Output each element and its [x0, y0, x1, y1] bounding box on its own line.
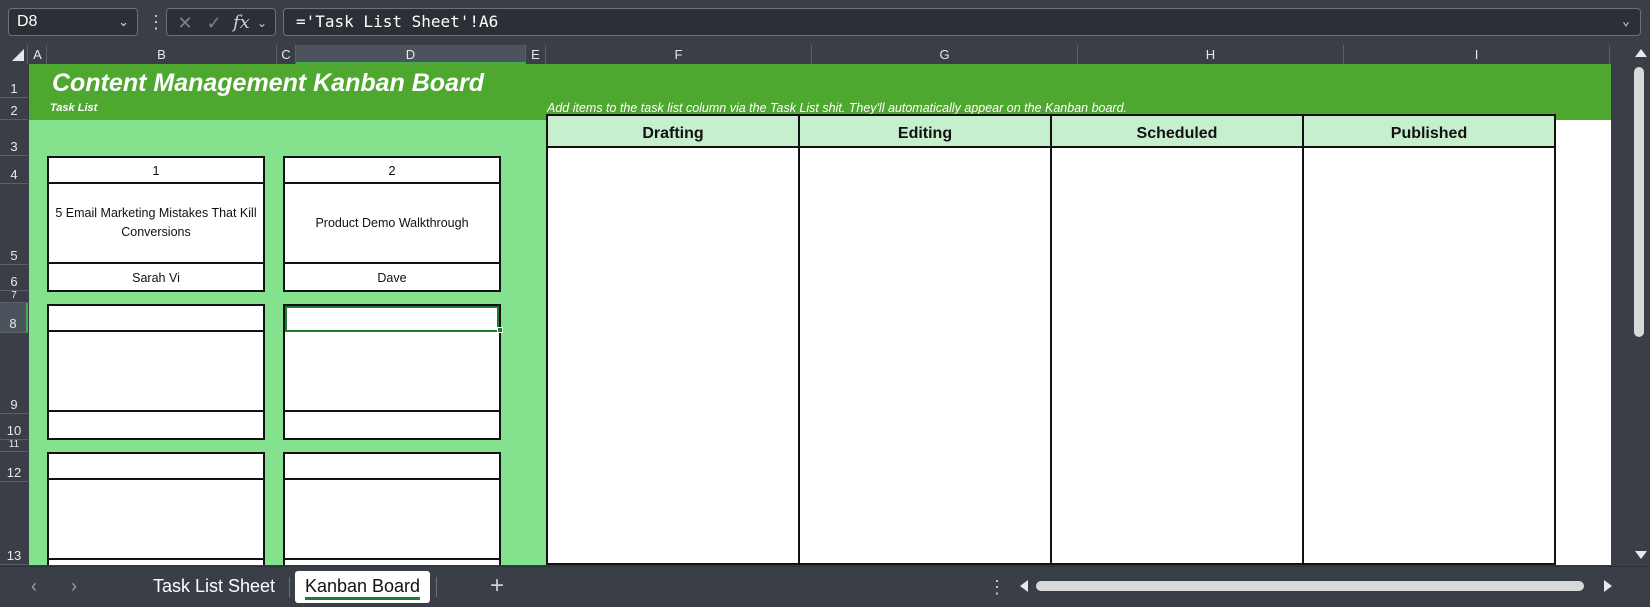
task-title[interactable] [49, 332, 263, 412]
task-owner[interactable] [285, 562, 499, 565]
task-number[interactable] [49, 306, 263, 332]
enter-icon[interactable]: ✓ [203, 13, 225, 33]
more-icon[interactable]: ⋮ [988, 575, 1006, 599]
task-title[interactable] [285, 332, 499, 412]
kanban-column-editing[interactable]: Editing [798, 114, 1052, 565]
kanban-column-scheduled[interactable]: Scheduled [1050, 114, 1304, 565]
task-title[interactable]: Product Demo Walkthrough [285, 184, 499, 264]
task-card[interactable] [283, 452, 501, 565]
kanban-column-header: Scheduled [1052, 116, 1302, 148]
chevron-right-icon[interactable]: › [64, 575, 84, 597]
formula-actions: ✕ ✓ fx ⌄ [166, 8, 276, 36]
task-title[interactable] [49, 480, 263, 560]
horizontal-scroll-thumb[interactable] [1036, 581, 1584, 591]
worksheet-grid[interactable]: Content Management Kanban Board Task Lis… [29, 64, 1611, 565]
name-box-value: D8 [17, 13, 38, 30]
scroll-left-icon[interactable] [1020, 580, 1028, 592]
row-header-8[interactable]: 8 [0, 303, 28, 333]
task-owner[interactable] [285, 414, 499, 438]
task-number[interactable]: 2 [285, 158, 499, 184]
vertical-scroll-thumb[interactable] [1634, 67, 1644, 337]
column-header-a[interactable]: A [29, 45, 47, 64]
task-card[interactable] [47, 452, 265, 565]
horizontal-scrollbar[interactable] [1016, 576, 1616, 596]
excel-window: D8 ⌄ ⋮ ✕ ✓ fx ⌄ ='Task List Sheet'!A6 ⌄ … [0, 0, 1650, 607]
kanban-column-drafting[interactable]: Drafting [546, 114, 800, 565]
add-sheet-icon[interactable]: + [486, 571, 508, 601]
row-header-11[interactable]: 11 [0, 439, 28, 452]
row-header-1[interactable]: 1 [0, 64, 28, 98]
cancel-icon[interactable]: ✕ [175, 13, 195, 33]
column-header-b[interactable]: B [47, 45, 277, 64]
task-owner[interactable] [49, 562, 263, 565]
tab-divider [436, 577, 437, 597]
task-number[interactable] [49, 454, 263, 480]
formula-text: ='Task List Sheet'!A6 [296, 12, 499, 31]
row-header-13[interactable]: 13 [0, 482, 28, 565]
chevron-down-icon[interactable]: ⌄ [257, 12, 267, 34]
column-header-g[interactable]: G [812, 45, 1078, 64]
chevron-down-icon[interactable]: ⌄ [1622, 9, 1630, 35]
sheet-tab-kanban-board[interactable]: Kanban Board [295, 571, 430, 603]
more-icon[interactable]: ⋮ [147, 10, 165, 34]
row-header-5[interactable]: 5 [0, 184, 28, 265]
column-header-d[interactable]: D [296, 45, 526, 64]
fill-handle[interactable] [497, 327, 503, 333]
vertical-scrollbar[interactable] [1630, 45, 1650, 565]
row-header-7[interactable]: 7 [0, 290, 28, 303]
column-header-i[interactable]: I [1344, 45, 1610, 64]
scroll-right-icon[interactable] [1604, 580, 1612, 592]
row-header-9[interactable]: 9 [0, 333, 28, 414]
task-number[interactable] [285, 454, 499, 480]
formula-input[interactable]: ='Task List Sheet'!A6 ⌄ [283, 8, 1641, 36]
sheet-tab-label: Kanban Board [304, 576, 421, 596]
title-band: Content Management Kanban Board Task Lis… [29, 64, 1611, 120]
active-tab-indicator [305, 597, 420, 600]
task-owner[interactable]: Sarah Vi [49, 266, 263, 290]
tab-divider [289, 577, 290, 597]
task-card[interactable]: 2 Product Demo Walkthrough Dave [283, 156, 501, 292]
task-card[interactable] [47, 304, 265, 440]
chevron-down-icon[interactable]: ⌄ [118, 9, 129, 35]
kanban-column-header: Editing [800, 116, 1050, 148]
kanban-column-published[interactable]: Published [1302, 114, 1556, 565]
kanban-column-header: Drafting [548, 116, 798, 148]
select-all-corner[interactable] [0, 45, 28, 64]
column-header-c[interactable]: C [277, 45, 296, 64]
column-header-h[interactable]: H [1078, 45, 1344, 64]
scroll-up-icon[interactable] [1635, 49, 1647, 57]
scroll-down-icon[interactable] [1635, 551, 1647, 559]
sheet-tab-task-list[interactable]: Task List Sheet [140, 571, 288, 603]
row-header-6[interactable]: 6 [0, 265, 28, 291]
name-box[interactable]: D8 ⌄ [8, 8, 138, 36]
kanban-column-header: Published [1304, 116, 1554, 148]
chevron-left-icon[interactable]: ‹ [24, 575, 44, 597]
column-header-e[interactable]: E [526, 45, 546, 64]
task-card[interactable]: 1 5 Email Marketing Mistakes That Kill C… [47, 156, 265, 292]
row-header-12[interactable]: 12 [0, 452, 28, 482]
formula-bar: D8 ⌄ ⋮ ✕ ✓ fx ⌄ ='Task List Sheet'!A6 ⌄ [0, 0, 1650, 44]
task-number[interactable]: 1 [49, 158, 263, 184]
insert-function-icon[interactable]: fx [233, 11, 255, 35]
sheet-tab-label: Task List Sheet [152, 576, 276, 596]
row-header-2[interactable]: 2 [0, 98, 28, 120]
column-header-f[interactable]: F [546, 45, 812, 64]
sheet-tab-bar: ‹ › Task List Sheet Kanban Board + ⋮ [0, 566, 1650, 607]
row-header-3[interactable]: 3 [0, 120, 28, 156]
task-number-selected-cell[interactable] [285, 306, 499, 332]
row-header-4[interactable]: 4 [0, 156, 28, 184]
task-title[interactable]: 5 Email Marketing Mistakes That Kill Con… [49, 184, 263, 264]
row-header-10[interactable]: 10 [0, 414, 28, 440]
task-owner[interactable] [49, 414, 263, 438]
page-title: Content Management Kanban Board [52, 69, 484, 97]
task-title[interactable] [285, 480, 499, 560]
task-card[interactable] [283, 304, 501, 440]
task-list-label: Task List [50, 102, 98, 114]
task-owner[interactable]: Dave [285, 266, 499, 290]
